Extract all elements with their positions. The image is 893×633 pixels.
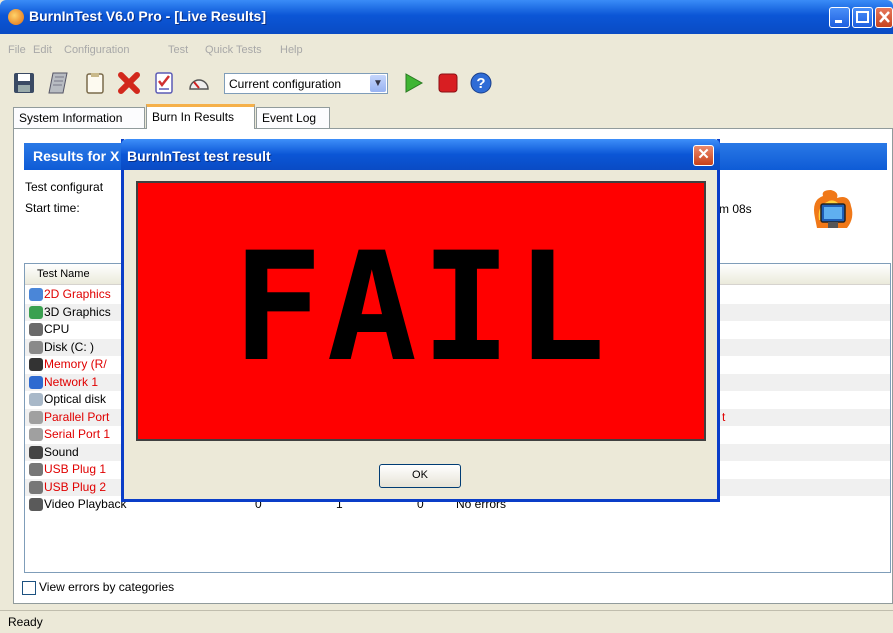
test-name-cell: Parallel Port (44, 409, 110, 424)
cpu-icon (29, 323, 43, 336)
fail-result-panel: FAIL (136, 181, 706, 441)
test-name-cell: Network 1 (44, 374, 99, 389)
toolbar: Current configuration ▼ ? (0, 62, 893, 102)
menu-test[interactable]: Test (168, 44, 188, 56)
status-text: Ready (8, 615, 43, 629)
film-icon (29, 498, 43, 511)
svg-text:?: ? (476, 75, 485, 92)
menu-bar: File Edit Configuration Test Quick Tests… (0, 34, 893, 62)
gauge-icon[interactable] (188, 72, 210, 94)
configuration-select[interactable]: Current configuration ▼ (224, 73, 388, 94)
close-button[interactable] (875, 7, 893, 28)
description-cell: t (722, 409, 726, 424)
close-icon: ✕ (697, 146, 710, 163)
menu-file[interactable]: File (8, 44, 26, 56)
dialog-title-bar[interactable]: BurnInTest test result ✕ (121, 139, 720, 170)
close-icon (879, 11, 890, 23)
elapsed-time-value: m 08s (719, 202, 752, 216)
3d-shapes-icon (29, 305, 43, 319)
maximize-icon (856, 11, 869, 23)
test-name-cell: Memory (R/ (44, 357, 107, 371)
dialog-close-button[interactable]: ✕ (693, 145, 714, 166)
parallel-port-icon (29, 410, 43, 424)
test-name-cell: Sound (44, 444, 79, 459)
menu-help[interactable]: Help (280, 44, 303, 56)
window-title: BurnInTest V6.0 Pro - [Live Results] (29, 8, 267, 24)
save-icon[interactable] (13, 72, 35, 94)
configuration-select-value: Current configuration (229, 77, 342, 91)
test-name-cell: USB Plug 2 (44, 479, 107, 494)
play-icon[interactable] (402, 72, 424, 94)
test-name-cell: 3D Graphics (44, 304, 111, 319)
open-icon[interactable] (47, 72, 69, 94)
menu-configuration[interactable]: Configuration (64, 44, 129, 56)
stop-icon[interactable] (437, 72, 459, 94)
minimize-icon (835, 20, 842, 23)
start-time-label: Start time: (25, 201, 80, 215)
menu-quick-tests[interactable]: Quick Tests (205, 44, 262, 56)
disk-icon (29, 340, 43, 354)
usb-plug-icon (29, 463, 43, 476)
delete-icon[interactable] (118, 72, 140, 94)
test-name-cell: CPU (44, 322, 70, 336)
menu-edit[interactable]: Edit (33, 44, 52, 56)
view-errors-checkbox[interactable] (22, 581, 36, 595)
burnintest-app-icon[interactable] (8, 9, 24, 25)
usb-plug-icon (29, 480, 43, 494)
chevron-down-icon[interactable]: ▼ (370, 75, 386, 92)
burning-computer-icon (814, 190, 853, 228)
memory-icon (29, 358, 43, 371)
test-name-cell: USB Plug 1 (44, 462, 107, 476)
ok-button[interactable]: OK (379, 464, 461, 488)
test-name-cell: Disk (C: ) (44, 339, 94, 354)
test-result-dialog: BurnInTest test result ✕ FAIL OK (121, 139, 720, 502)
status-bar (0, 610, 893, 633)
test-name-cell: Video Playback (44, 497, 127, 511)
test-name-cell: 2D Graphics (44, 287, 111, 301)
view-errors-label[interactable]: View errors by categories (39, 580, 174, 594)
tab-burn-in-results[interactable]: Burn In Results (146, 104, 255, 129)
minimize-button[interactable] (829, 7, 850, 28)
serial-port-icon (29, 428, 43, 441)
tab-system-information[interactable]: System Information (13, 107, 145, 128)
dialog-title: BurnInTest test result (127, 148, 271, 164)
test-name-cell: Optical disk (44, 392, 107, 406)
column-header-test-name[interactable]: Test Name (37, 268, 90, 280)
test-configuration-label: Test configurat (25, 180, 104, 194)
help-icon[interactable]: ? (470, 72, 492, 94)
monitor-icon (29, 288, 43, 301)
tab-event-log[interactable]: Event Log (256, 107, 330, 128)
test-name-cell: Serial Port 1 (44, 427, 111, 441)
speaker-icon (29, 445, 43, 459)
fail-result-text: FAIL (232, 221, 610, 395)
checklist-icon[interactable] (153, 72, 175, 94)
maximize-button[interactable] (852, 7, 873, 28)
clipboard-icon[interactable] (84, 72, 106, 94)
network-icon (29, 375, 43, 389)
optical-disc-icon (29, 393, 43, 406)
